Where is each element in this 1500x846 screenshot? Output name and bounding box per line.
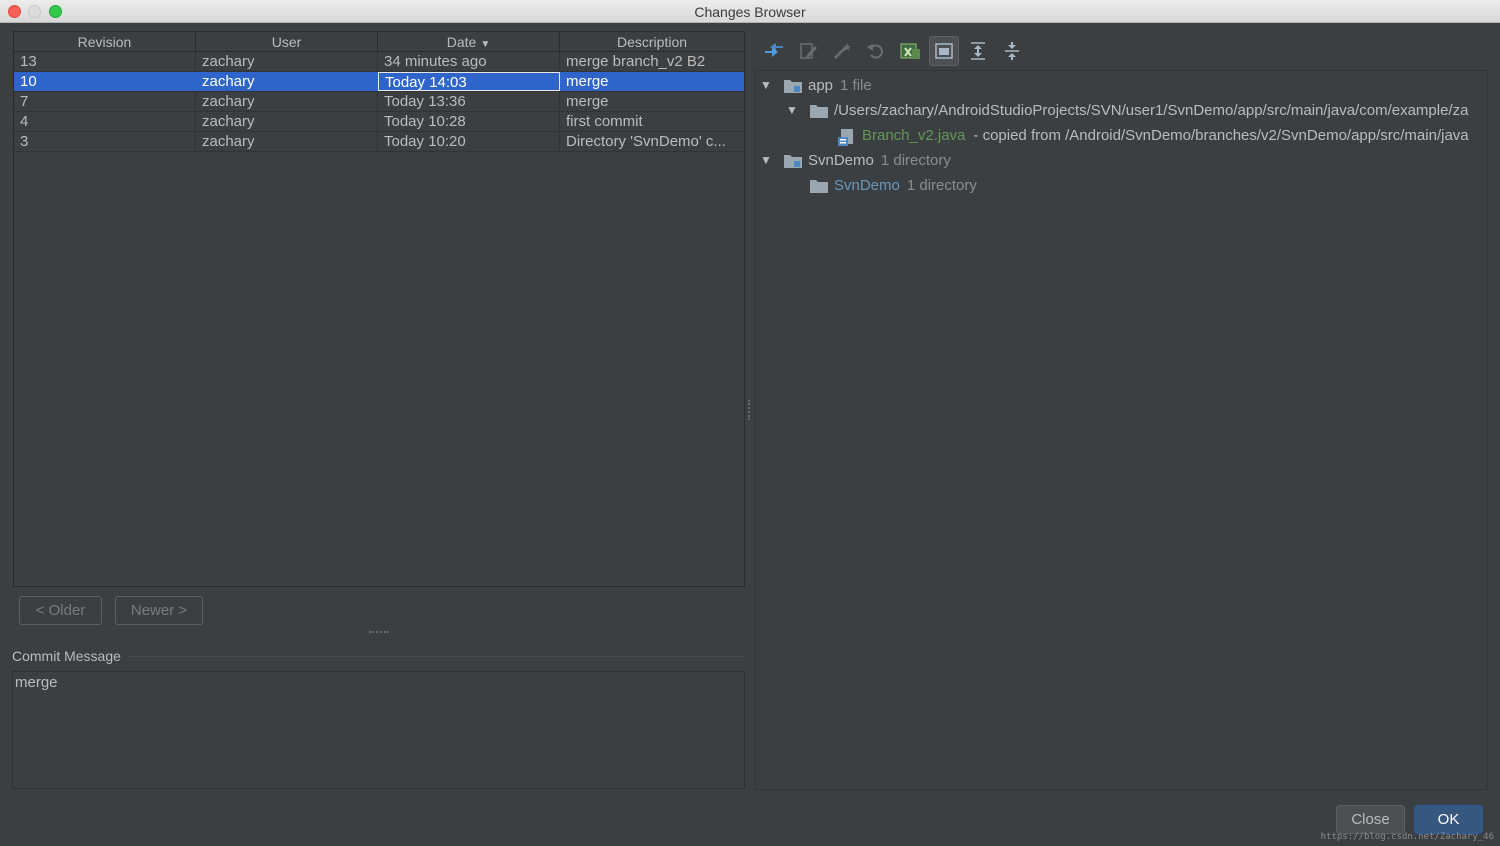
expand-all-icon — [971, 42, 985, 60]
expand-arrow-icon[interactable]: ▼ — [786, 103, 798, 117]
cell-description: merge branch_v2 B2 — [566, 53, 706, 70]
folder-icon — [810, 179, 828, 193]
get-revision-button[interactable] — [827, 36, 857, 66]
sort-descending-icon: ▼ — [480, 39, 491, 50]
tree-node-app[interactable]: ▼ app 1 file — [760, 74, 872, 96]
undo-icon — [867, 44, 883, 59]
cell-description: Directory 'SvnDemo' c... — [566, 133, 726, 150]
cell-revision: 7 — [14, 92, 196, 111]
older-button[interactable]: < Older — [19, 596, 102, 625]
tree-node-file[interactable]: Branch_v2.java - copied from /Android/Svn… — [838, 124, 1469, 146]
cell-user: zachary — [196, 72, 378, 91]
revert-button[interactable] — [861, 36, 891, 66]
cell-date: Today 14:03 — [378, 72, 560, 91]
expand-all-button[interactable] — [963, 36, 993, 66]
cell-date: Today 10:28 — [378, 112, 560, 131]
column-header-date[interactable]: Date ▼ — [378, 32, 560, 51]
ok-button[interactable]: OK — [1414, 805, 1483, 834]
window-title: Changes Browser — [694, 4, 806, 20]
magic-wand-icon — [834, 43, 851, 59]
tree-node-svndemo-child[interactable]: SvnDemo 1 directory — [810, 174, 977, 196]
module-folder-icon — [784, 79, 802, 93]
edit-icon — [800, 43, 817, 59]
revisions-table: Revision User Date ▼ Description 13 zacha… — [13, 31, 745, 587]
collapse-all-icon — [1005, 42, 1019, 60]
table-header: Revision User Date ▼ Description — [14, 32, 744, 52]
column-header-description[interactable]: Description — [560, 32, 744, 51]
expand-arrow-icon[interactable]: ▼ — [760, 78, 772, 92]
column-header-revision[interactable]: Revision — [14, 32, 196, 51]
commit-separator — [128, 656, 745, 657]
collapse-all-button[interactable] — [997, 36, 1027, 66]
column-header-user[interactable]: User — [196, 32, 378, 51]
tree-node-path[interactable]: ▼ /Users/zachary/AndroidStudioProjects/S… — [786, 99, 1468, 121]
table-row[interactable]: 3 zachary Today 10:20 Directory 'SvnDemo… — [14, 132, 744, 152]
table-row-selected[interactable]: 10 zachary Today 14:03 merge — [14, 72, 744, 92]
diff-arrows-icon — [765, 43, 783, 57]
table-row[interactable]: 7 zachary Today 13:36 merge — [14, 92, 744, 112]
cell-revision: 13 — [14, 52, 196, 71]
title-bar: Changes Browser — [0, 0, 1500, 23]
cell-date: Today 13:36 — [378, 92, 560, 111]
export-button[interactable] — [895, 36, 925, 66]
spreadsheet-icon — [900, 43, 920, 59]
watermark: https://blog.csdn.net/Zachary_46 — [1320, 832, 1494, 842]
cell-description: merge — [566, 73, 609, 90]
show-diff-button[interactable] — [759, 36, 789, 66]
horizontal-splitter-handle[interactable] — [369, 631, 389, 637]
cell-date: 34 minutes ago — [378, 52, 560, 71]
newer-button[interactable]: Newer > — [115, 596, 203, 625]
close-button[interactable]: Close — [1336, 805, 1405, 834]
changes-tree: ▼ app 1 file ▼ /Users/zachary/AndroidStud… — [755, 70, 1488, 790]
edit-source-button[interactable] — [793, 36, 823, 66]
changes-toolbar — [755, 33, 1490, 69]
expand-arrow-icon[interactable]: ▼ — [760, 153, 772, 167]
cell-revision: 10 — [14, 72, 196, 91]
cell-date: Today 10:20 — [378, 132, 560, 151]
tree-node-svndemo[interactable]: ▼ SvnDemo 1 directory — [760, 149, 951, 171]
cell-description: merge — [566, 93, 609, 110]
folder-icon — [810, 104, 828, 118]
cell-user: zachary — [196, 132, 378, 151]
commit-message-label: Commit Message — [12, 648, 121, 664]
cell-description: first commit — [566, 113, 643, 130]
folder-group-icon — [935, 43, 953, 59]
cell-user: zachary — [196, 92, 378, 111]
module-folder-icon — [784, 154, 802, 168]
cell-user: zachary — [196, 112, 378, 131]
cell-revision: 3 — [14, 132, 196, 151]
group-by-directory-button[interactable] — [929, 36, 959, 66]
table-row[interactable]: 4 zachary Today 10:28 first commit — [14, 112, 744, 132]
cell-user: zachary — [196, 52, 378, 71]
java-file-icon — [838, 128, 856, 146]
vertical-splitter-handle[interactable] — [748, 400, 752, 420]
cell-revision: 4 — [14, 112, 196, 131]
commit-message-text[interactable]: merge — [12, 671, 745, 789]
table-row[interactable]: 13 zachary 34 minutes ago merge branch_v… — [14, 52, 744, 72]
